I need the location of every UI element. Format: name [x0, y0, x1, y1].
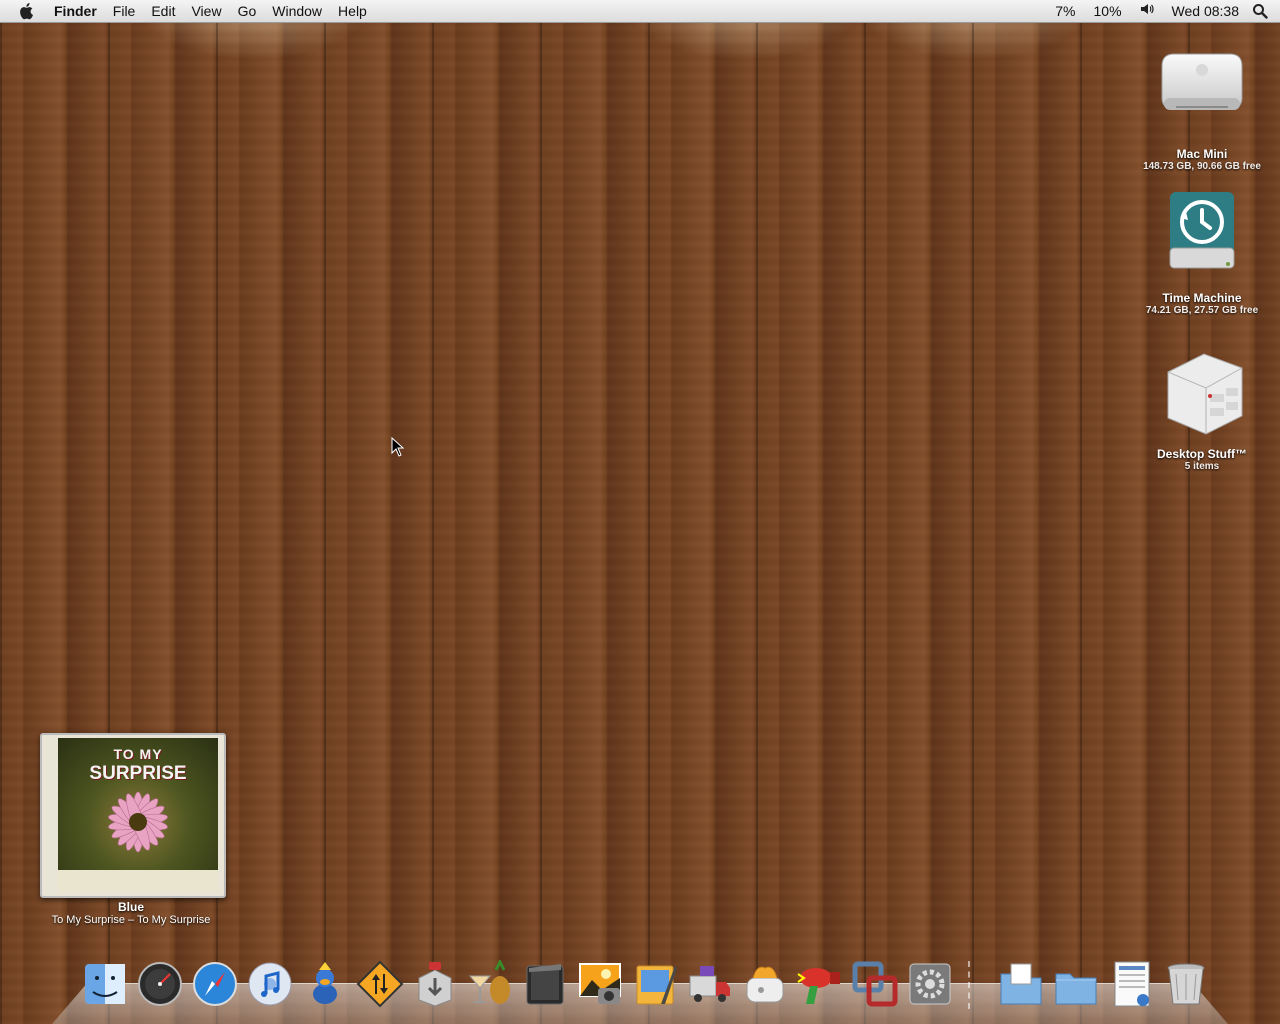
menu-file[interactable]: File — [105, 0, 144, 22]
system-preferences-icon[interactable] — [905, 959, 955, 1009]
mouse-cursor — [391, 437, 405, 457]
cover-title: TO MY SURPRISE — [58, 744, 218, 784]
installer-icon[interactable] — [410, 959, 460, 1009]
menu-go[interactable]: Go — [230, 0, 265, 22]
vmware-icon[interactable] — [850, 959, 900, 1009]
album-title: To My Surprise – To My Surprise — [51, 914, 211, 926]
hair-dryer-icon[interactable] — [795, 959, 845, 1009]
cpu-meter-2[interactable]: 10% — [1085, 0, 1131, 22]
itunes-icon[interactable] — [245, 959, 295, 1009]
transmission-icon[interactable] — [685, 959, 735, 1009]
menu-finder[interactable]: Finder — [46, 0, 105, 22]
cover-title-line2: SURPRISE — [89, 763, 187, 784]
desktop-icon-info: 148.73 GB, 90.66 GB free — [1143, 161, 1261, 172]
spotlight-icon[interactable] — [1252, 3, 1268, 19]
desktop-icon-time-machine[interactable]: Time Machine 74.21 GB, 27.57 GB free — [1137, 190, 1267, 316]
apple-icon[interactable] — [18, 2, 36, 20]
mac-mini-icon — [1161, 53, 1243, 110]
desktop-icon-label: Desktop Stuff™ — [1157, 447, 1247, 461]
menu-help[interactable]: Help — [330, 0, 375, 22]
toaster-icon[interactable] — [740, 959, 790, 1009]
finder-icon[interactable] — [80, 959, 130, 1009]
menu-clock[interactable]: Wed 08:38 — [1163, 0, 1248, 22]
quicktime-icon[interactable] — [520, 959, 570, 1009]
menu-bar: Finder File Edit View Go Window Help 7% … — [0, 0, 1280, 23]
desktop-icon-label: Mac Mini — [1176, 147, 1228, 161]
desktop-icon-label: Time Machine — [1162, 291, 1242, 305]
documents-stack-icon[interactable] — [996, 959, 1046, 1009]
trash-icon[interactable] — [1161, 959, 1211, 1009]
dock — [80, 953, 1216, 1009]
time-machine-drive-icon — [1169, 192, 1235, 269]
desktop-icon-mac-mini[interactable]: Mac Mini 148.73 GB, 90.66 GB free — [1137, 46, 1267, 172]
cover-tracklist-strip — [58, 870, 218, 892]
pages-icon[interactable] — [630, 959, 680, 1009]
flower-image — [108, 791, 168, 853]
dock-separator — [968, 961, 982, 1009]
cpu-meter-1[interactable]: 7% — [1046, 0, 1084, 22]
now-playing-info: Blue To My Surprise – To My Surprise — [20, 900, 242, 926]
menu-window[interactable]: Window — [264, 0, 330, 22]
menu-view[interactable]: View — [183, 0, 229, 22]
cover-title-line1: TO MY — [113, 746, 163, 762]
desktop-icon-desktop-stuff[interactable]: Desktop Stuff™ 5 items — [1137, 346, 1267, 472]
safari-icon[interactable] — [190, 959, 240, 1009]
applications-folder-icon[interactable] — [1106, 959, 1156, 1009]
iphoto-icon[interactable] — [575, 959, 625, 1009]
cocktail-icon[interactable] — [465, 959, 515, 1009]
dashboard-icon[interactable] — [135, 959, 185, 1009]
menu-extras: 7% 10% Wed 08:38 — [1046, 0, 1280, 22]
song-title: Blue — [117, 900, 144, 914]
album-art: TO MY SURPRISE — [58, 738, 218, 892]
desktop-stuff-icon — [1167, 353, 1243, 435]
desktop-icon-info: 74.21 GB, 27.57 GB free — [1145, 305, 1259, 316]
menu-edit[interactable]: Edit — [143, 0, 183, 22]
album-cover-widget[interactable]: TO MY SURPRISE — [40, 733, 226, 898]
downloads-folder-icon[interactable] — [1051, 959, 1101, 1009]
transmit-icon[interactable] — [355, 959, 405, 1009]
desktop-icon-info: 5 items — [1184, 461, 1220, 472]
adium-icon[interactable] — [300, 959, 350, 1009]
volume-icon[interactable] — [1131, 0, 1163, 22]
